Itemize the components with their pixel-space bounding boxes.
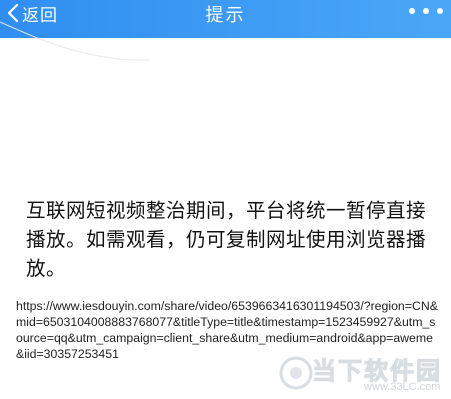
watermark-site: www.33LC.com bbox=[364, 381, 441, 393]
watermark-logo-icon bbox=[279, 356, 313, 390]
decorative-line bbox=[0, 21, 151, 61]
notice-message: 互联网短视频整治期间，平台将统一暂停直接播放。如需观看，仍可复制网址使用浏览器播… bbox=[26, 199, 427, 280]
screen: 返回 提示 互联网短视频整治期间，平台将统一暂停直接播放。如需观看，仍可复制网址… bbox=[0, 0, 451, 399]
watermark: 当下软件园 www.33LC.com bbox=[278, 351, 450, 397]
